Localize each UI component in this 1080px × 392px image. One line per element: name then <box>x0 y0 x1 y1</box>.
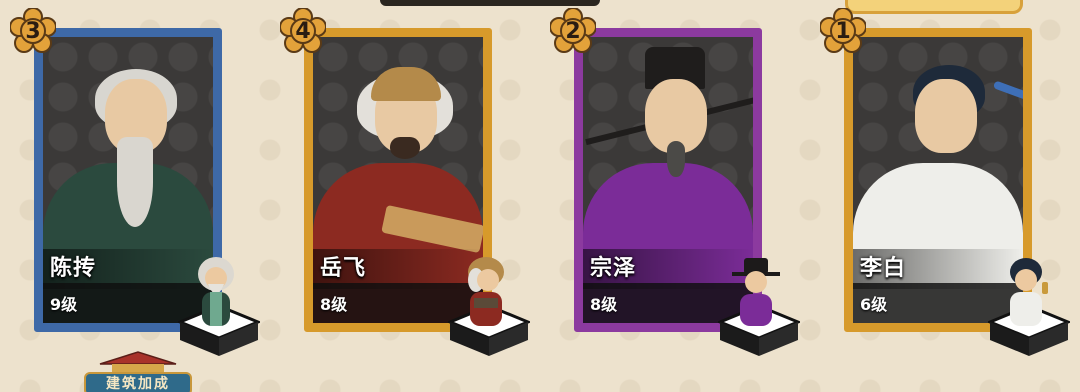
portrait-beard <box>390 137 420 159</box>
hero-level: 8级 <box>320 295 348 314</box>
portrait-beard <box>117 137 153 227</box>
hero-slot-3[interactable]: 1 李白 6级 <box>810 0 1080 392</box>
pagoda-icon <box>99 351 177 372</box>
portrait-ribbon <box>992 80 1023 102</box>
hero-level: 9级 <box>50 295 78 314</box>
hero-name: 陈抟 <box>50 256 97 281</box>
chibi-avatar[interactable] <box>996 252 1056 334</box>
hero-name: 宗泽 <box>590 256 637 281</box>
rank-number: 1 <box>835 18 851 44</box>
hero-slot-1[interactable]: 4 岳飞 8级 <box>270 0 540 392</box>
hero-name: 岳飞 <box>320 256 367 281</box>
hero-ranking-board: 3 陈抟 9级 4 岳飞 8级 2 宗泽 8级 1 李白 6级 建筑加成 <box>0 0 1080 392</box>
rank-badge: 4 <box>280 8 326 54</box>
rank-badge: 3 <box>10 8 56 54</box>
chibi-avatar[interactable] <box>456 252 516 334</box>
hero-name: 李白 <box>860 256 907 281</box>
chibi-avatar[interactable] <box>186 252 246 334</box>
portrait-beard <box>667 141 685 177</box>
hero-level: 8级 <box>590 295 618 314</box>
hero-slot-2[interactable]: 2 宗泽 8级 <box>540 0 810 392</box>
hero-level: 6级 <box>860 295 888 314</box>
rank-badge: 1 <box>820 8 866 54</box>
chibi-avatar[interactable] <box>726 252 786 334</box>
building-bonus-label: 建筑加成 <box>84 372 192 392</box>
rank-badge: 2 <box>550 8 596 54</box>
portrait-helmet <box>371 67 441 101</box>
rank-number: 3 <box>25 18 41 44</box>
hero-slot-0[interactable]: 3 陈抟 9级 <box>0 0 270 392</box>
portrait-face <box>915 79 977 153</box>
rank-number: 4 <box>295 18 311 44</box>
rank-number: 2 <box>565 18 581 44</box>
